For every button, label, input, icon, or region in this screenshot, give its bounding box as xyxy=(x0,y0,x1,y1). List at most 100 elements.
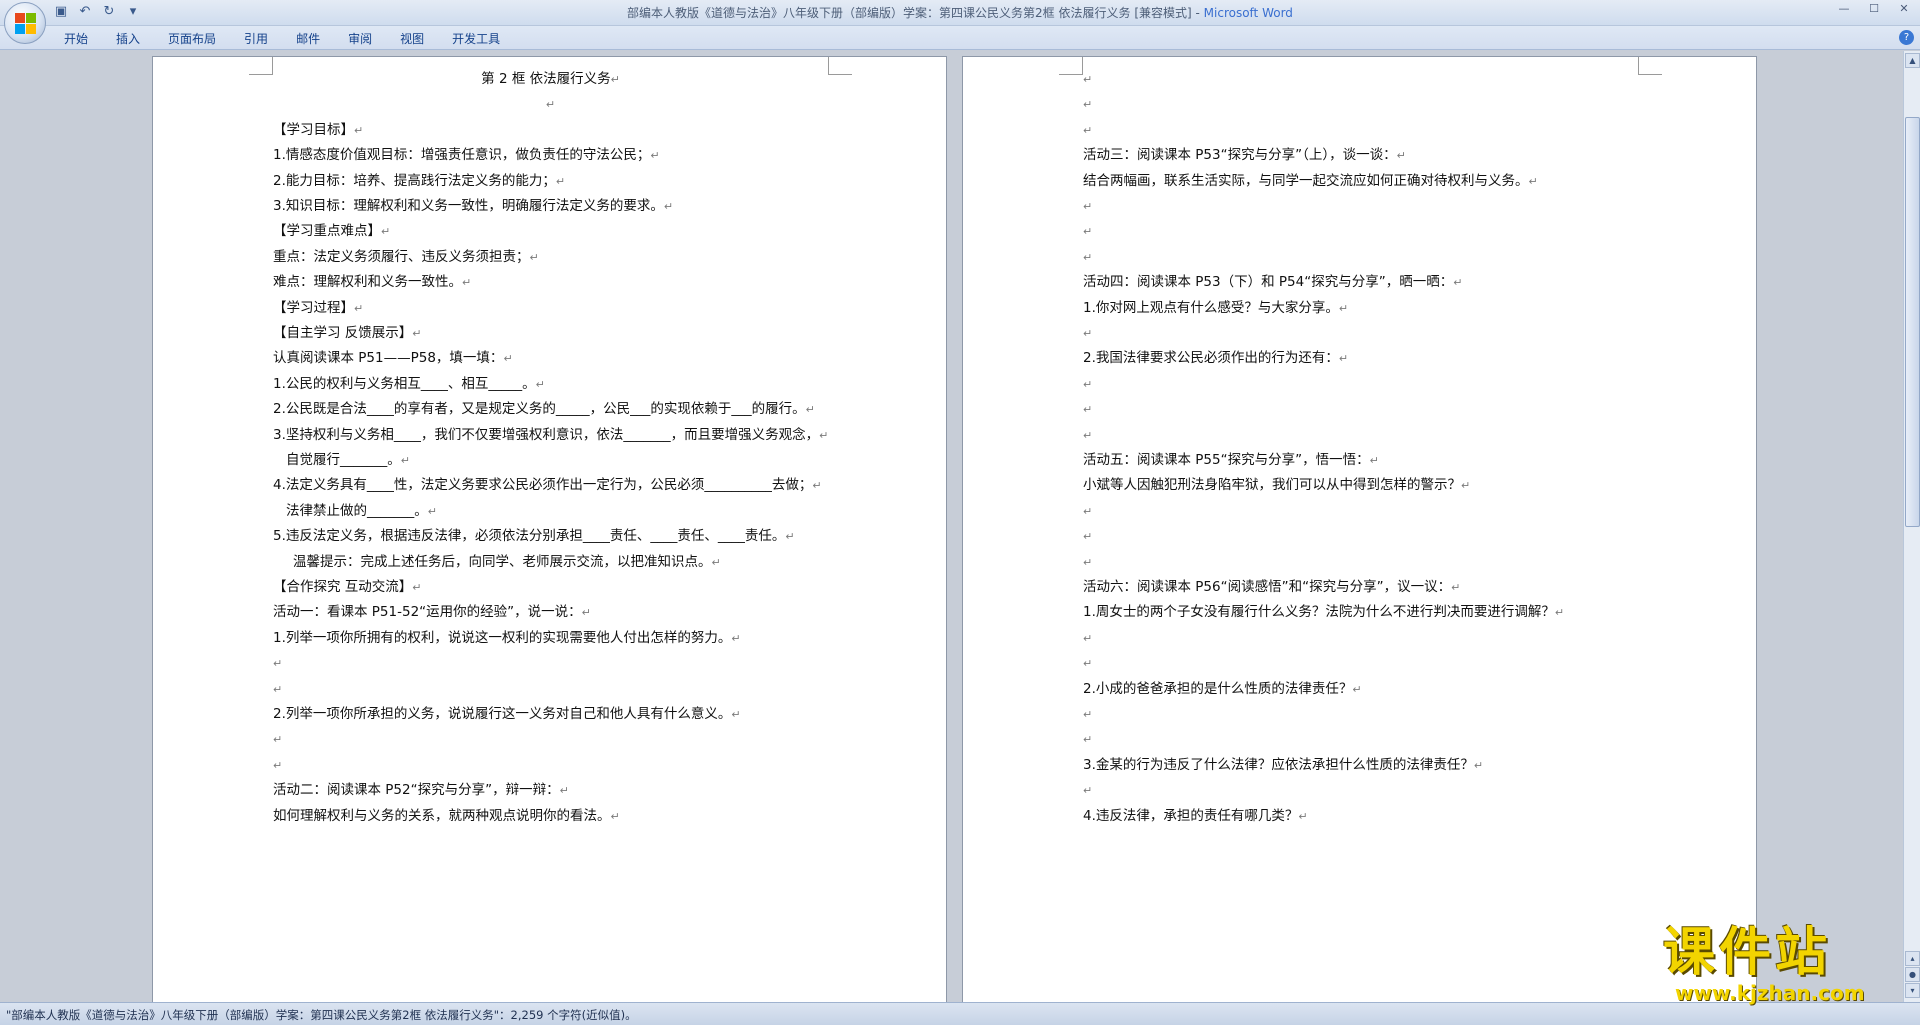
line-text: 活动六：阅读课本 P56“阅读感悟”和“探究与分享”，议一议： xyxy=(1083,579,1452,595)
paragraph-mark-icon: ↵ xyxy=(1451,581,1461,594)
minimize-icon[interactable]: — xyxy=(1836,2,1852,15)
document-area[interactable]: 第 2 框 依法履行义务↵ ↵ 【学习目标】↵ 1.情感态度价值观目标：增强责任意识，… xyxy=(0,51,1903,1002)
text-line: ↵ xyxy=(1083,222,1092,241)
browse-object-icon[interactable]: ● xyxy=(1905,967,1920,982)
paragraph-mark-icon: ↵ xyxy=(1083,403,1093,417)
paragraph-mark-icon: ↵ xyxy=(1352,682,1362,696)
text-line: ↵ xyxy=(1083,70,1092,89)
text-line: 【学习重点难点】↵ xyxy=(273,222,390,241)
paragraph-mark-icon: ↵ xyxy=(545,98,556,112)
paragraph-mark-icon: ↵ xyxy=(805,403,815,417)
text-line: 4.违反法律，承担的责任有哪几类？↵ xyxy=(1083,807,1308,826)
paragraph-mark-icon: ↵ xyxy=(819,428,829,442)
paragraph-mark-icon: ↵ xyxy=(1083,123,1093,137)
tab-review[interactable]: 审阅 xyxy=(334,30,386,47)
tab-references[interactable]: 引用 xyxy=(230,30,282,47)
text-line: 1.周女士的两个子女没有履行什么义务？法院为什么不进行判决而要进行调解？↵ xyxy=(1083,603,1564,622)
paragraph-mark-icon: ↵ xyxy=(1338,352,1349,366)
line-text: 难点：理解权利和义务一致性。 xyxy=(273,274,462,291)
paragraph-mark-icon: ↵ xyxy=(650,149,660,163)
paragraph-mark-icon: ↵ xyxy=(581,606,591,620)
line-text: 2.公民既是合法____的享有者，又是规定义务的_____，公民___的实现依赖… xyxy=(273,401,806,418)
paragraph-mark-icon: ↵ xyxy=(1083,504,1093,518)
text-line: ↵ xyxy=(1083,781,1092,800)
line-text: 活动四：阅读课本 P53（下）和 P54“探究与分享”，晒一晒： xyxy=(1083,274,1454,291)
text-line: ↵ xyxy=(1083,730,1092,749)
paragraph-mark-icon: ↵ xyxy=(462,276,472,290)
text-line: ↵ xyxy=(1083,502,1092,521)
line-text: 活动一：看课本 P51-52“运用你的经验”，说一说： xyxy=(273,604,582,621)
paragraph-mark-icon: ↵ xyxy=(711,555,721,569)
paragraph-mark-icon: ↵ xyxy=(731,708,741,721)
line-text: 【学习重点难点】 xyxy=(273,223,381,240)
vertical-scrollbar[interactable]: ▲ ▴ ● ▾ xyxy=(1903,51,1920,1002)
help-icon[interactable]: ? xyxy=(1899,30,1914,45)
text-line: 法律禁止做的_______。↵ xyxy=(286,502,437,521)
text-line: 活动三：阅读课本 P53“探究与分享”（上），谈一谈：↵ xyxy=(1083,146,1406,165)
tab-insert[interactable]: 插入 xyxy=(102,30,154,47)
text-line: 2.小成的爸爸承担的是什么性质的法律责任？↵ xyxy=(1083,680,1362,699)
text-line: 活动二：阅读课本 P52“探究与分享”，辩一辩：↵ xyxy=(273,781,569,800)
line-text: 2.我国法律要求公民必须作出的行为还有： xyxy=(1083,350,1339,367)
text-line: ↵ xyxy=(1083,197,1092,216)
text-line: 结合两幅画，联系生活实际，与同学一起交流应如何正确对待权利与义务。↵ xyxy=(1083,172,1538,191)
line-text: 【合作探究 互动交流】 xyxy=(273,579,413,595)
paragraph-mark-icon: ↵ xyxy=(1554,606,1565,620)
text-line: ↵ xyxy=(1083,324,1092,343)
page-2[interactable]: ↵ ↵ ↵ 活动三：阅读课本 P53“探究与分享”（上），谈一谈：↵ 结合两幅画，联系生… xyxy=(962,56,1757,1002)
line-text: 4.法定义务具有____性，法定义务要求公民必须作出一定行为，公民必须_____… xyxy=(273,477,813,494)
paragraph-mark-icon: ↵ xyxy=(812,479,822,493)
text-line: 【学习目标】↵ xyxy=(273,121,363,140)
paragraph-mark-icon: ↵ xyxy=(412,327,422,340)
line-text: 活动五：阅读课本 P55“探究与分享”，悟一悟： xyxy=(1083,452,1370,468)
text-line: ↵ xyxy=(1083,400,1092,419)
app-name: Microsoft Word xyxy=(1203,6,1293,20)
page-1[interactable]: 第 2 框 依法履行义务↵ ↵ 【学习目标】↵ 1.情感态度价值观目标：增强责任意识，… xyxy=(152,56,947,1002)
tab-page-layout[interactable]: 页面布局 xyxy=(154,30,230,47)
crop-mark xyxy=(1638,57,1662,75)
office-button[interactable] xyxy=(4,2,46,44)
line-text: 2.小成的爸爸承担的是什么性质的法律责任？ xyxy=(1083,680,1353,697)
line-text: 【学习目标】 xyxy=(273,121,354,138)
line-text: 2.列举一项你所承担的义务，说说履行这一义务对自己和他人具有什么意义。 xyxy=(273,706,732,722)
paragraph-mark-icon: ↵ xyxy=(412,581,422,594)
paragraph-mark-icon: ↵ xyxy=(663,200,674,213)
text-line: ↵ xyxy=(273,756,282,775)
maximize-icon[interactable]: ☐ xyxy=(1866,2,1882,15)
paragraph-mark-icon: ↵ xyxy=(427,504,437,518)
text-line: 【自主学习 反馈展示】↵ xyxy=(273,324,422,343)
tab-home[interactable]: 开始 xyxy=(50,30,102,47)
paragraph-mark-icon: ↵ xyxy=(1083,98,1093,112)
line-text: 第 2 框 依法履行义务 xyxy=(481,71,611,87)
paragraph-mark-icon: ↵ xyxy=(273,682,283,696)
paragraph-mark-icon: ↵ xyxy=(1461,479,1471,493)
paragraph-mark-icon: ↵ xyxy=(1083,225,1093,239)
paragraph-mark-icon: ↵ xyxy=(559,784,569,798)
paragraph-mark-icon: ↵ xyxy=(1338,301,1349,315)
paragraph-mark-icon: ↵ xyxy=(354,123,364,137)
line-text: 1.列举一项你所拥有的权利，说说这一权利的实现需要他人付出怎样的努力。 xyxy=(273,629,732,646)
next-page-icon[interactable]: ▾ xyxy=(1905,983,1920,998)
close-icon[interactable]: ✕ xyxy=(1896,2,1912,15)
window-controls: — ☐ ✕ xyxy=(1836,2,1912,15)
paragraph-mark-icon: ↵ xyxy=(529,250,539,264)
text-line: ↵ xyxy=(1083,629,1092,648)
paragraph-mark-icon: ↵ xyxy=(610,809,620,823)
text-line: 1.列举一项你所拥有的权利，说说这一权利的实现需要他人付出怎样的努力。↵ xyxy=(273,629,741,648)
tab-mailings[interactable]: 邮件 xyxy=(282,30,334,47)
line-text: 1.周女士的两个子女没有履行什么义务？法院为什么不进行判决而要进行调解？ xyxy=(1083,604,1555,621)
window-title: 部编本人教版《道德与法治》八年级下册（部编版）学案：第四课公民义务第2框 依法履… xyxy=(0,4,1920,21)
text-line: 1.情感态度价值观目标：增强责任意识，做负责任的守法公民；↵ xyxy=(273,146,660,165)
tab-developer[interactable]: 开发工具 xyxy=(438,30,514,47)
scrollbar-thumb[interactable] xyxy=(1905,117,1920,527)
text-line: 3.金某的行为违反了什么法律？应依法承担什么性质的法律责任？↵ xyxy=(1083,756,1483,775)
title-bar: ▣ ↶ ↻ ▾ 部编本人教版《道德与法治》八年级下册（部编版）学案：第四课公民义… xyxy=(0,0,1920,44)
text-line: 2.能力目标：培养、提高践行法定义务的能力；↵ xyxy=(273,172,565,191)
scroll-up-icon[interactable]: ▲ xyxy=(1905,53,1920,68)
previous-page-icon[interactable]: ▴ xyxy=(1905,951,1920,966)
text-line: ↵ xyxy=(273,680,282,699)
text-line: ↵ xyxy=(1083,121,1092,140)
text-line: 2.公民既是合法____的享有者，又是规定义务的_____，公民___的实现依赖… xyxy=(273,400,815,419)
paragraph-mark-icon: ↵ xyxy=(400,454,410,467)
tab-view[interactable]: 视图 xyxy=(386,30,438,47)
